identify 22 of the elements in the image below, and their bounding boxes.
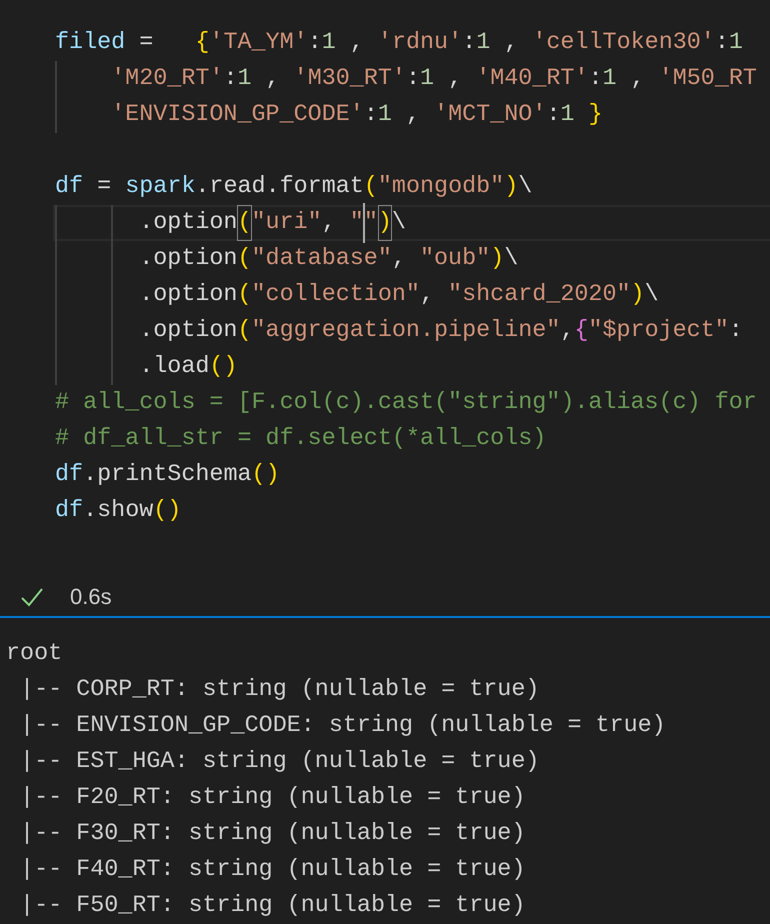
output-line: |-- F30_RT: string (nullable = true) bbox=[19, 820, 526, 849]
execution-time: 0.6s bbox=[70, 584, 112, 610]
output-line: |-- F40_RT: string (nullable = true) bbox=[19, 856, 526, 885]
code-line: # all_cols = [F.col(c).cast("string").alias(c) for bbox=[54, 389, 758, 418]
code-line: .option("database", "oub")\ bbox=[53, 241, 770, 277]
output-line: root bbox=[6, 640, 64, 669]
output-line: |-- F50_RT: string (nullable = true) bbox=[19, 892, 526, 921]
code-line: .option("collection", "shcard_2020")\ bbox=[53, 277, 770, 313]
code-line: filed = {'TA_YM':1 , 'rdnu':1 , 'cellToken30':1 bbox=[54, 29, 744, 58]
output-line: |-- EST_HGA: string (nullable = true) bbox=[19, 748, 540, 777]
code-line: 'M20_RT':1 , 'M30_RT':1 , 'M40_RT':1 , 'M50_RT bbox=[53, 61, 770, 97]
code-line: 'ENVISION_GP_CODE':1 , 'MCT_NO':1 } bbox=[53, 97, 770, 133]
output-line: |-- F20_RT: string (nullable = true) bbox=[19, 784, 526, 813]
code-line: .option("uri", "")\ bbox=[53, 205, 770, 241]
code-line: df = spark.read.format("mongodb")\ bbox=[54, 173, 534, 202]
output-line: |-- CORP_RT: string (nullable = true) bbox=[19, 676, 540, 705]
code-line: .option("aggregation.pipeline",{"$project": bbox=[53, 313, 770, 349]
code-line: .load() bbox=[53, 349, 770, 385]
code-line: df.show() bbox=[54, 497, 182, 526]
output-line: |-- ENVISION_GP_CODE: string (nullable = true) bbox=[19, 712, 667, 741]
code-line: df.printSchema() bbox=[54, 461, 281, 490]
code-line: # df_all_str = df.select(*all_cols) bbox=[54, 425, 548, 454]
